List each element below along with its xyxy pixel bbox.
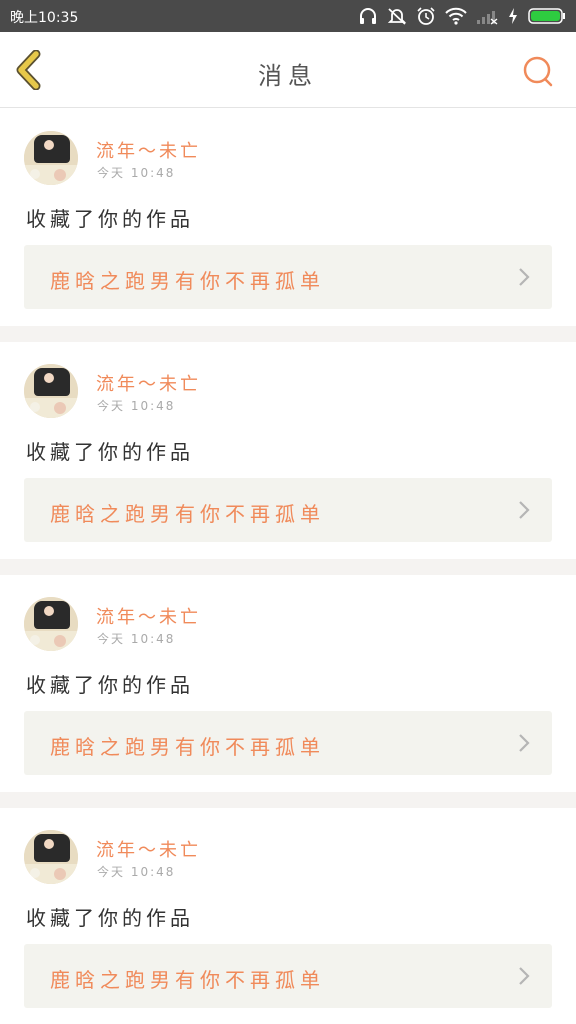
work-link[interactable]: 鹿晗之跑男有你不再孤单 bbox=[24, 944, 552, 1008]
username[interactable]: 流年～未亡 bbox=[96, 603, 201, 629]
avatar[interactable] bbox=[24, 830, 78, 884]
action-text: 收藏了你的作品 bbox=[26, 906, 194, 930]
work-link[interactable]: 鹿晗之跑男有你不再孤单 bbox=[24, 245, 552, 309]
work-title: 鹿晗之跑男有你不再孤单 bbox=[50, 968, 325, 992]
chevron-right-icon bbox=[519, 268, 530, 286]
action-text: 收藏了你的作品 bbox=[26, 207, 194, 231]
work-title: 鹿晗之跑男有你不再孤单 bbox=[50, 502, 325, 526]
chevron-right-icon bbox=[519, 967, 530, 985]
username[interactable]: 流年～未亡 bbox=[96, 137, 201, 163]
message-list: 流年～未亡 今天 10:48 收藏了你的作品 鹿晗之跑男有你不再孤单 流年～未亡… bbox=[0, 109, 576, 1024]
divider bbox=[0, 326, 576, 342]
avatar[interactable] bbox=[24, 597, 78, 651]
headphones-icon bbox=[360, 8, 376, 24]
work-title: 鹿晗之跑男有你不再孤单 bbox=[50, 269, 325, 293]
alarm-icon bbox=[417, 7, 435, 25]
username[interactable]: 流年～未亡 bbox=[96, 370, 201, 396]
search-icon bbox=[523, 56, 553, 87]
header: 消息 bbox=[0, 32, 576, 108]
message-card: 流年～未亡 今天 10:48 收藏了你的作品 鹿晗之跑男有你不再孤单 bbox=[0, 342, 576, 559]
chevron-right-icon bbox=[519, 501, 530, 519]
mute-icon bbox=[387, 8, 407, 25]
work-link[interactable]: 鹿晗之跑男有你不再孤单 bbox=[24, 711, 552, 775]
wifi-icon bbox=[445, 7, 467, 25]
message-card: 流年～未亡 今天 10:48 收藏了你的作品 鹿晗之跑男有你不再孤单 bbox=[0, 575, 576, 792]
charging-icon bbox=[509, 8, 517, 24]
username[interactable]: 流年～未亡 bbox=[96, 836, 201, 862]
work-link[interactable]: 鹿晗之跑男有你不再孤单 bbox=[24, 478, 552, 542]
signal-icon bbox=[477, 11, 498, 25]
avatar[interactable] bbox=[24, 131, 78, 185]
message-card: 流年～未亡 今天 10:48 收藏了你的作品 鹿晗之跑男有你不再孤单 bbox=[0, 808, 576, 1024]
status-icons bbox=[358, 6, 566, 26]
divider bbox=[0, 792, 576, 808]
status-bar: 晚上10:35 bbox=[0, 0, 576, 32]
divider bbox=[0, 559, 576, 575]
action-text: 收藏了你的作品 bbox=[26, 440, 194, 464]
timestamp: 今天 10:48 bbox=[97, 865, 176, 879]
timestamp: 今天 10:48 bbox=[97, 166, 176, 180]
timestamp: 今天 10:48 bbox=[97, 632, 176, 646]
action-text: 收藏了你的作品 bbox=[26, 673, 194, 697]
battery-icon bbox=[528, 8, 565, 24]
status-time: 晚上10:35 bbox=[10, 10, 79, 26]
page-title: 消息 bbox=[258, 62, 318, 90]
search-button[interactable] bbox=[520, 54, 556, 90]
avatar[interactable] bbox=[24, 364, 78, 418]
timestamp: 今天 10:48 bbox=[97, 399, 176, 413]
message-card: 流年～未亡 今天 10:48 收藏了你的作品 鹿晗之跑男有你不再孤单 bbox=[0, 109, 576, 326]
work-title: 鹿晗之跑男有你不再孤单 bbox=[50, 735, 325, 759]
chevron-right-icon bbox=[519, 734, 530, 752]
